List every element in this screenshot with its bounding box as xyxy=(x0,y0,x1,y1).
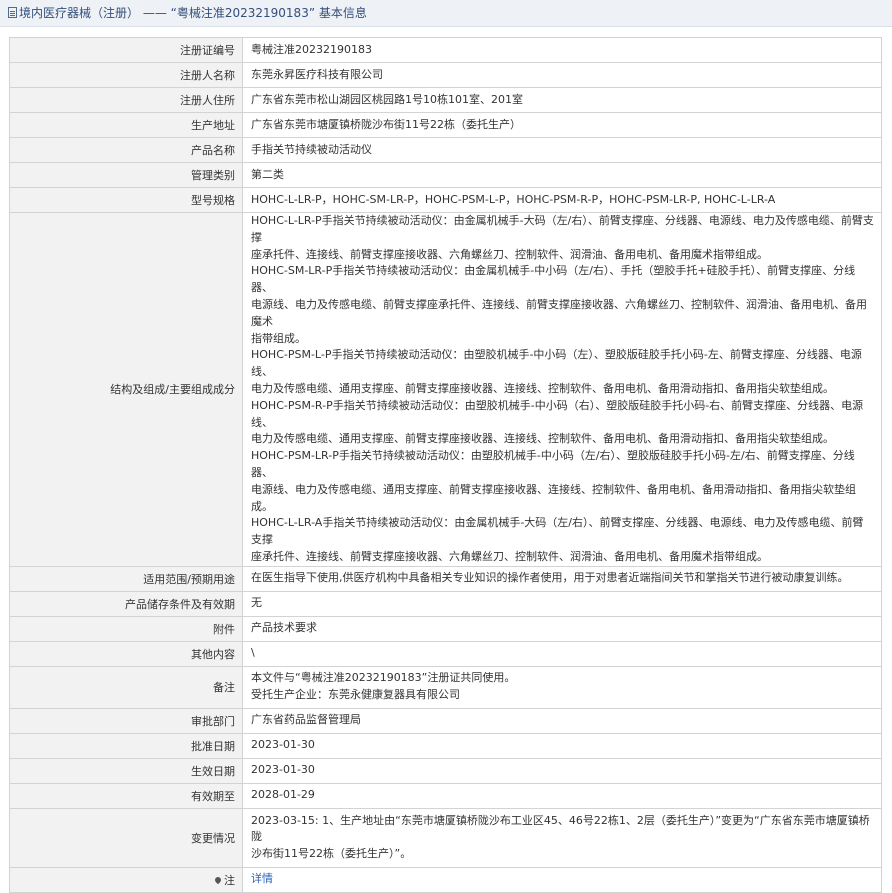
note-label-cell: 注 xyxy=(9,866,243,893)
approval-date-value: 2023-01-30 xyxy=(242,732,882,759)
document-icon xyxy=(8,7,17,18)
structure-line: HOHC-PSM-L-P手指关节持续被动活动仪：由塑胶机械手-中小码（左）、塑胶… xyxy=(251,348,862,379)
structure-line: HOHC-PSM-R-P手指关节持续被动活动仪：由塑胶机械手-中小码（右）、塑胶… xyxy=(251,398,864,429)
table-row: 管理类别 第二类 xyxy=(9,162,882,188)
registrant-value: 东莞永昇医疗科技有限公司 xyxy=(242,62,882,88)
table-row: 适用范围/预期用途 在医生指导下使用,供医疗机构中具备相关专业知识的操作者使用，… xyxy=(9,565,882,592)
row-label: 备注 xyxy=(9,665,243,709)
details-link[interactable]: 详情 xyxy=(251,872,273,885)
table-row: 生效日期 2023-01-30 xyxy=(9,757,882,784)
info-table: 注册证编号 粤械注准20232190183 注册人名称 东莞永昇医疗科技有限公司… xyxy=(9,37,882,893)
row-label: 注 xyxy=(224,873,235,887)
expiry-date-value: 2028-01-29 xyxy=(242,782,882,809)
table-row: 变更情况 2023-03-15: 1、生产地址由“东莞市塘厦镇桥陇沙布工业区45… xyxy=(9,807,882,868)
table-row: 附件 产品技术要求 xyxy=(9,615,882,642)
table-row: 型号规格 HOHC-L-LR-P，HOHC-SM-LR-P，HOHC-PSM-L… xyxy=(9,187,882,213)
row-label: 批准日期 xyxy=(9,732,243,759)
row-label: 变更情况 xyxy=(9,807,243,868)
row-label: 适用范围/预期用途 xyxy=(9,565,243,592)
changes-line: 沙布街11号22栋（委托生产）”。 xyxy=(251,847,412,861)
page-header: 境内医疗器械（注册） —— “粤械注准20232190183” 基本信息 xyxy=(0,0,892,27)
production-address-value: 广东省东莞市塘厦镇桥陇沙布街11号22栋（委托生产） xyxy=(242,112,882,138)
row-label: 生产地址 xyxy=(9,112,243,138)
structure-line: 电力及传感电缆、通用支撑座、前臂支撑座接收器、连接线、控制软件、备用电机、备用滑… xyxy=(251,432,834,446)
structure-line: HOHC-L-LR-P手指关节持续被动活动仪：由金属机械手-大码（左/右）、前臂… xyxy=(251,214,874,244)
row-label: 结构及组成/主要组成成分 xyxy=(9,212,243,567)
table-row: 其他内容 \ xyxy=(9,640,882,667)
structure-line: 电源线、电力及传感电缆、通用支撑座、前臂支撑座接收器、连接线、控制软件、备用电机… xyxy=(251,482,856,513)
changes-value: 2023-03-15: 1、生产地址由“东莞市塘厦镇桥陇沙布工业区45、46号2… xyxy=(242,807,882,868)
storage-value: 无 xyxy=(242,590,882,617)
attachment-value: 产品技术要求 xyxy=(242,615,882,642)
address-value: 广东省东莞市松山湖园区桃园路1号10栋101室、201室 xyxy=(242,87,882,113)
mgmt-class-value: 第二类 xyxy=(242,162,882,188)
row-label: 注册人名称 xyxy=(9,62,243,88)
row-label: 产品储存条件及有效期 xyxy=(9,590,243,617)
table-row: 生产地址 广东省东莞市塘厦镇桥陇沙布街11号22栋（委托生产） xyxy=(9,112,882,138)
reg-no-value: 粤械注准20232190183 xyxy=(242,37,882,63)
row-label: 产品名称 xyxy=(9,137,243,163)
table-row: 产品储存条件及有效期 无 xyxy=(9,590,882,617)
note-value: 详情 xyxy=(242,866,882,893)
row-label: 其他内容 xyxy=(9,640,243,667)
row-label: 审批部门 xyxy=(9,707,243,734)
table-row: 批准日期 2023-01-30 xyxy=(9,732,882,759)
structure-line: 指带组成。 xyxy=(251,331,306,345)
row-label: 附件 xyxy=(9,615,243,642)
structure-line: 座承托件、连接线、前臂支撑座接收器、六角螺丝刀、控制软件、润滑油、备用电机、备用… xyxy=(251,247,768,261)
row-label: 管理类别 xyxy=(9,162,243,188)
table-row: 有效期至 2028-01-29 xyxy=(9,782,882,809)
structure-line: 座承托件、连接线、前臂支撑座接收器、六角螺丝刀、控制软件、润滑油、备用电机、备用… xyxy=(251,549,768,563)
row-label: 注册证编号 xyxy=(9,37,243,63)
table-row: 产品名称 手指关节持续被动活动仪 xyxy=(9,137,882,163)
row-label: 有效期至 xyxy=(9,782,243,809)
approval-dept-value: 广东省药品监督管理局 xyxy=(242,707,882,734)
model-value: HOHC-L-LR-P，HOHC-SM-LR-P，HOHC-PSM-L-P，HO… xyxy=(242,187,882,213)
pin-icon xyxy=(213,875,223,884)
structure-line: 电源线、电力及传感电缆、前臂支撑座承托件、连接线、前臂支撑座接收器、六角螺丝刀、… xyxy=(251,297,867,328)
structure-line: HOHC-PSM-LR-P手指关节持续被动活动仪：由塑胶机械手-中小码（左/右）… xyxy=(251,449,855,479)
row-label: 注册人住所 xyxy=(9,87,243,113)
product-name-value: 手指关节持续被动活动仪 xyxy=(242,137,882,163)
table-row: 备注 本文件与“粤械注准20232190183”注册证共同使用。 受托生产企业：… xyxy=(9,665,882,709)
table-row: 注册证编号 粤械注准20232190183 xyxy=(9,37,882,63)
remarks-line: 本文件与“粤械注准20232190183”注册证共同使用。 xyxy=(251,671,516,685)
effective-date-value: 2023-01-30 xyxy=(242,757,882,784)
row-label: 型号规格 xyxy=(9,187,243,213)
table-row: 注册人名称 东莞永昇医疗科技有限公司 xyxy=(9,62,882,88)
changes-line: 2023-03-15: 1、生产地址由“东莞市塘厦镇桥陇沙布工业区45、46号2… xyxy=(251,813,870,844)
structure-line: HOHC-L-LR-A手指关节持续被动活动仪：由金属机械手-大码（左/右）、前臂… xyxy=(251,516,864,547)
remarks-line: 受托生产企业：东莞永健康复器具有限公司 xyxy=(251,688,460,702)
page-title: 境内医疗器械（注册） —— “粤械注准20232190183” 基本信息 xyxy=(19,6,367,20)
scope-value: 在医生指导下使用,供医疗机构中具备相关专业知识的操作者使用，用于对患者近端指间关… xyxy=(242,565,882,592)
other-value: \ xyxy=(242,640,882,667)
structure-value: HOHC-L-LR-P手指关节持续被动活动仪：由金属机械手-大码（左/右）、前臂… xyxy=(242,212,882,567)
table-row: 审批部门 广东省药品监督管理局 xyxy=(9,707,882,734)
table-row: 结构及组成/主要组成成分 HOHC-L-LR-P手指关节持续被动活动仪：由金属机… xyxy=(9,212,882,567)
remarks-value: 本文件与“粤械注准20232190183”注册证共同使用。 受托生产企业：东莞永… xyxy=(242,665,882,709)
structure-line: HOHC-SM-LR-P手指关节持续被动活动仪：由金属机械手-中小码（左/右）、… xyxy=(251,264,856,295)
row-label: 生效日期 xyxy=(9,757,243,784)
table-row: 注册人住所 广东省东莞市松山湖园区桃园路1号10栋101室、201室 xyxy=(9,87,882,113)
structure-line: 电力及传感电缆、通用支撑座、前臂支撑座接收器、连接线、控制软件、备用电机、备用滑… xyxy=(251,381,834,395)
table-row: 注 详情 xyxy=(9,866,882,893)
